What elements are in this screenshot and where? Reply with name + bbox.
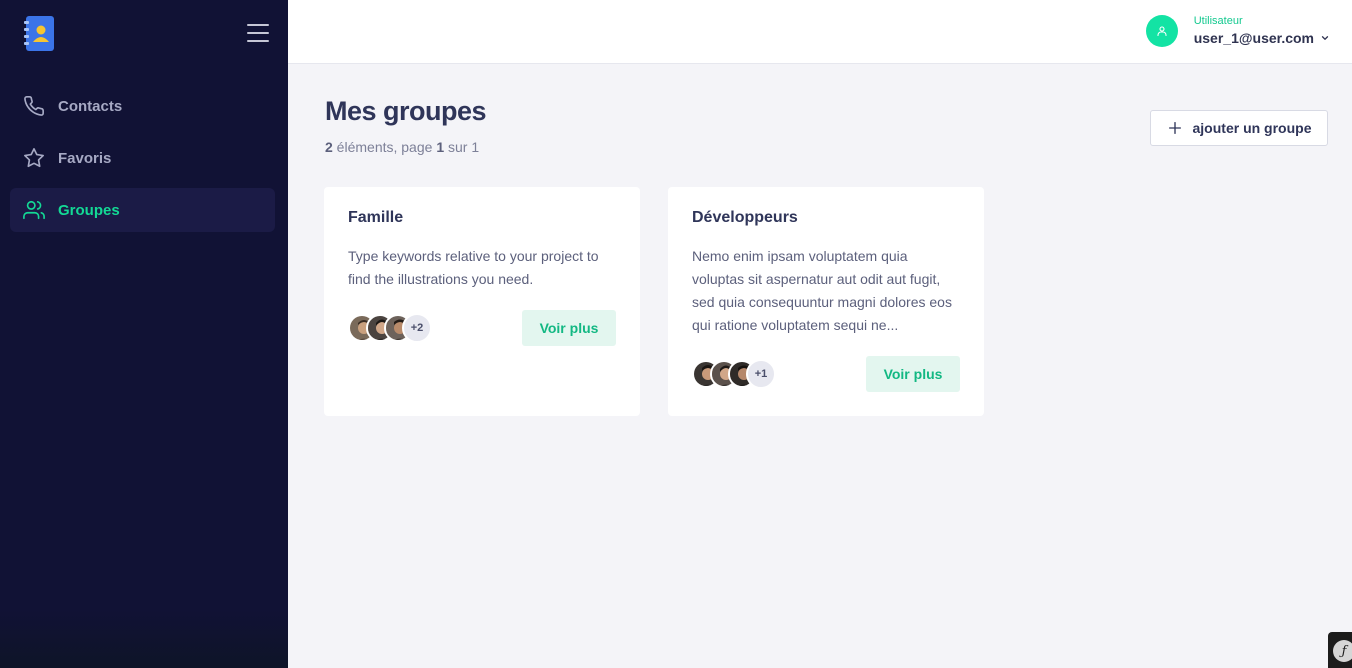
user-info: Utilisateur user_1@user.com (1194, 14, 1330, 48)
card-footer: +2 Voir plus (348, 310, 616, 346)
sidebar-item-favoris[interactable]: Favoris (10, 136, 275, 180)
hamburger-line (247, 40, 269, 42)
user-email: user_1@user.com (1194, 28, 1330, 48)
star-icon (23, 147, 45, 169)
current-page: 1 (436, 139, 445, 155)
top-bar: Utilisateur user_1@user.com (288, 0, 1352, 64)
member-avatars[interactable]: +1 (692, 359, 776, 389)
sidebar: Contacts Favoris Groupes (0, 0, 288, 668)
user-icon (1159, 26, 1165, 32)
phone-icon (23, 95, 45, 117)
card-footer: +1 Voir plus (692, 356, 960, 392)
sidebar-item-label: Contacts (58, 97, 123, 115)
symfony-logo-icon: ƒ (1333, 640, 1352, 662)
menu-toggle-button[interactable] (247, 24, 269, 42)
page-suffix: sur 1 (444, 139, 480, 155)
pagination-info: 2 éléments, page 1 sur 1 (325, 139, 479, 155)
group-card-developpeurs: Développeurs Nemo enim ipsam voluptatem … (668, 187, 984, 416)
sidebar-footer (0, 610, 288, 668)
item-count-suffix: éléments, page (332, 139, 437, 155)
add-group-label: ajouter un groupe (1192, 120, 1312, 136)
sidebar-item-contacts[interactable]: Contacts (10, 84, 275, 128)
sidebar-item-groupes[interactable]: Groupes (10, 188, 275, 232)
group-name: Développeurs (692, 209, 798, 226)
voir-plus-button[interactable]: Voir plus (866, 356, 960, 392)
item-count: 2 (325, 139, 333, 155)
plus-icon (1168, 122, 1181, 134)
debug-toolbar-toggle[interactable]: ƒ (1328, 632, 1352, 668)
chevron-down-icon (1321, 36, 1329, 40)
voir-plus-button[interactable]: Voir plus (522, 310, 616, 346)
add-group-button[interactable]: ajouter un groupe (1150, 110, 1328, 146)
app-logo[interactable] (24, 16, 56, 51)
group-description: Type keywords relative to your project t… (348, 248, 599, 287)
user-avatar (1145, 15, 1178, 47)
hamburger-line (247, 24, 269, 26)
page-title: Mes groupes (325, 96, 487, 126)
user-menu[interactable]: Utilisateur user_1@user.com (1145, 14, 1330, 48)
sidebar-item-label: Groupes (58, 201, 120, 219)
user-role: Utilisateur (1193, 15, 1243, 27)
more-members-count: +2 (402, 313, 432, 343)
user-email-text: user_1@user.com (1193, 30, 1314, 46)
group-card-famille: Famille Type keywords relative to your p… (324, 187, 640, 416)
hamburger-line (247, 32, 269, 34)
sidebar-item-label: Favoris (58, 149, 112, 167)
sidebar-nav: Contacts Favoris Groupes (10, 84, 275, 240)
group-description: Nemo enim ipsam voluptatem quia voluptas… (692, 248, 952, 333)
group-name: Famille (348, 209, 404, 226)
member-avatars[interactable]: +2 (348, 313, 432, 343)
more-members-count: +1 (746, 359, 776, 389)
users-icon (23, 199, 45, 221)
